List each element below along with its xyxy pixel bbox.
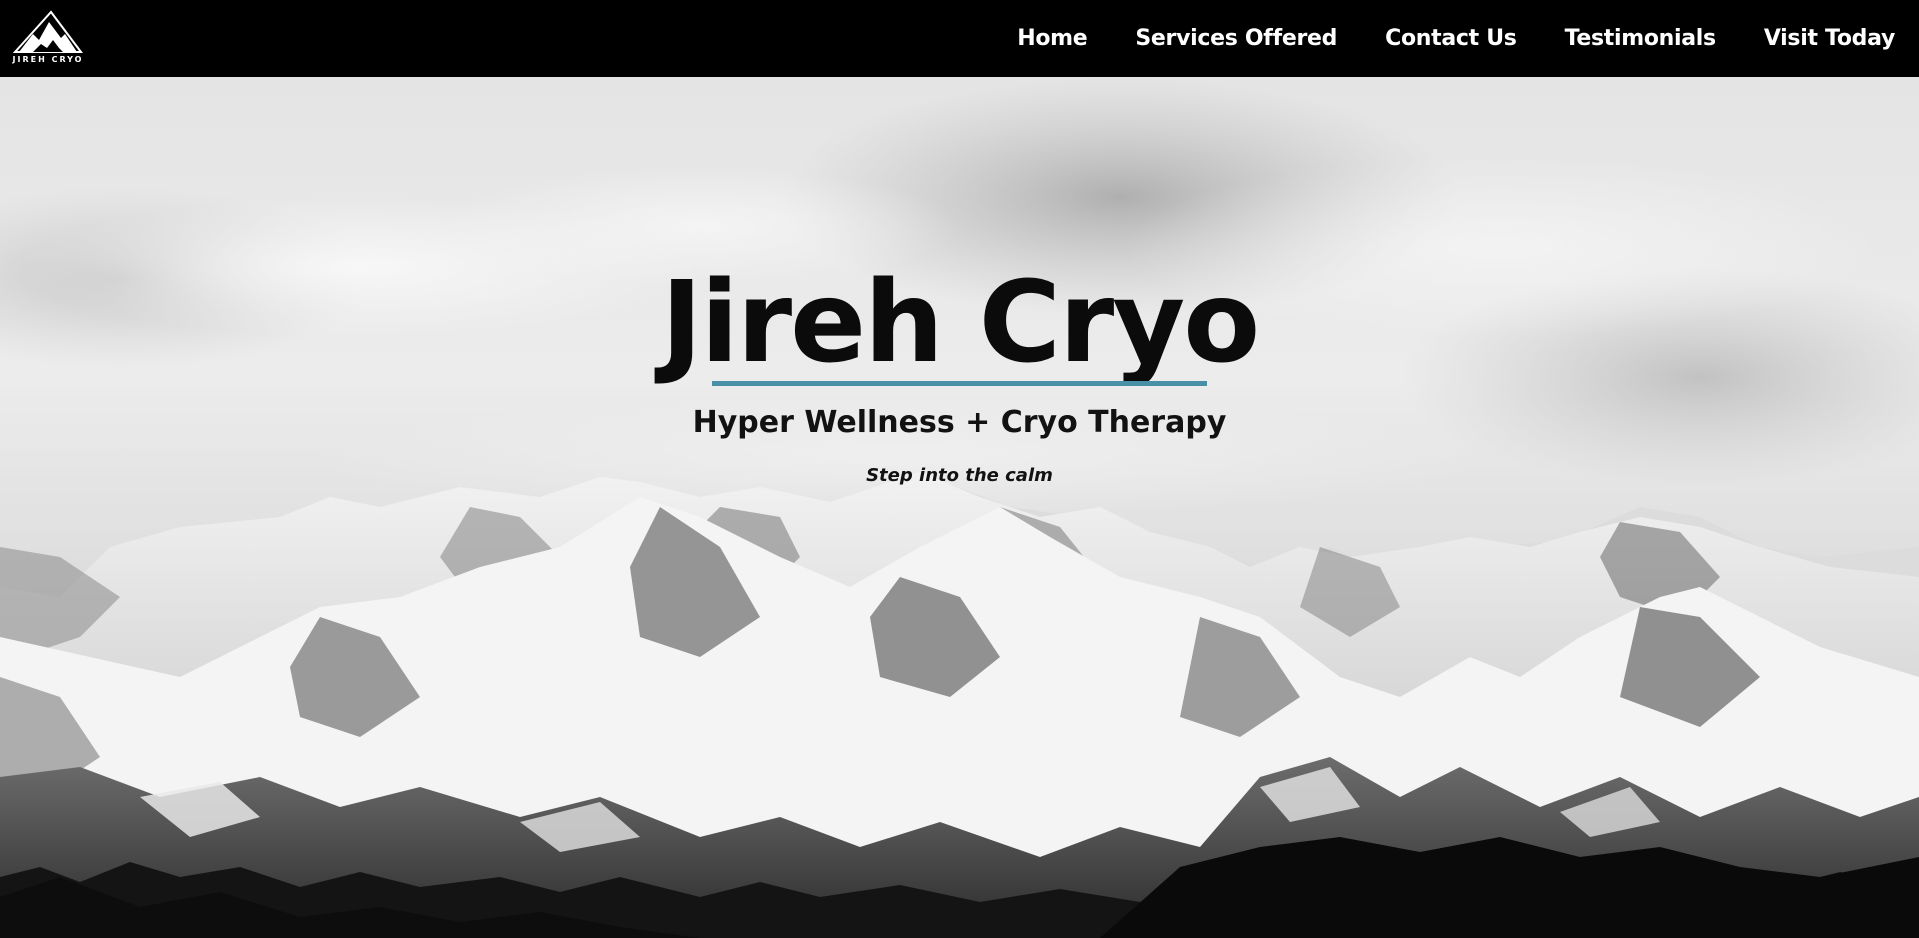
nav-home-link[interactable]: Home — [1017, 26, 1087, 51]
site-logo[interactable]: JIREH CRYO — [11, 8, 85, 68]
nav-contact-link[interactable]: Contact Us — [1385, 26, 1517, 51]
hero-tagline: Step into the calm — [866, 465, 1053, 486]
title-underline — [712, 381, 1207, 386]
snowy-mountain-range-image — [0, 77, 1919, 938]
main-nav: Home Services Offered Contact Us Testimo… — [969, 0, 1895, 77]
top-navbar: JIREH CRYO Home Services Offered Contact… — [0, 0, 1919, 77]
hero-subtitle: Hyper Wellness + Cryo Therapy — [692, 405, 1227, 440]
page: JIREH CRYO Home Services Offered Contact… — [0, 0, 1919, 938]
nav-services-link[interactable]: Services Offered — [1135, 26, 1337, 51]
nav-testimonials-link[interactable]: Testimonials — [1565, 26, 1717, 51]
logo-text: JIREH CRYO — [12, 55, 84, 64]
hero-title: Jireh Cryo — [660, 258, 1260, 388]
nav-visit-link[interactable]: Visit Today — [1764, 26, 1895, 51]
mountain-logo-icon — [12, 10, 83, 53]
hero-section: Jireh Cryo Hyper Wellness + Cryo Therapy… — [0, 77, 1919, 938]
